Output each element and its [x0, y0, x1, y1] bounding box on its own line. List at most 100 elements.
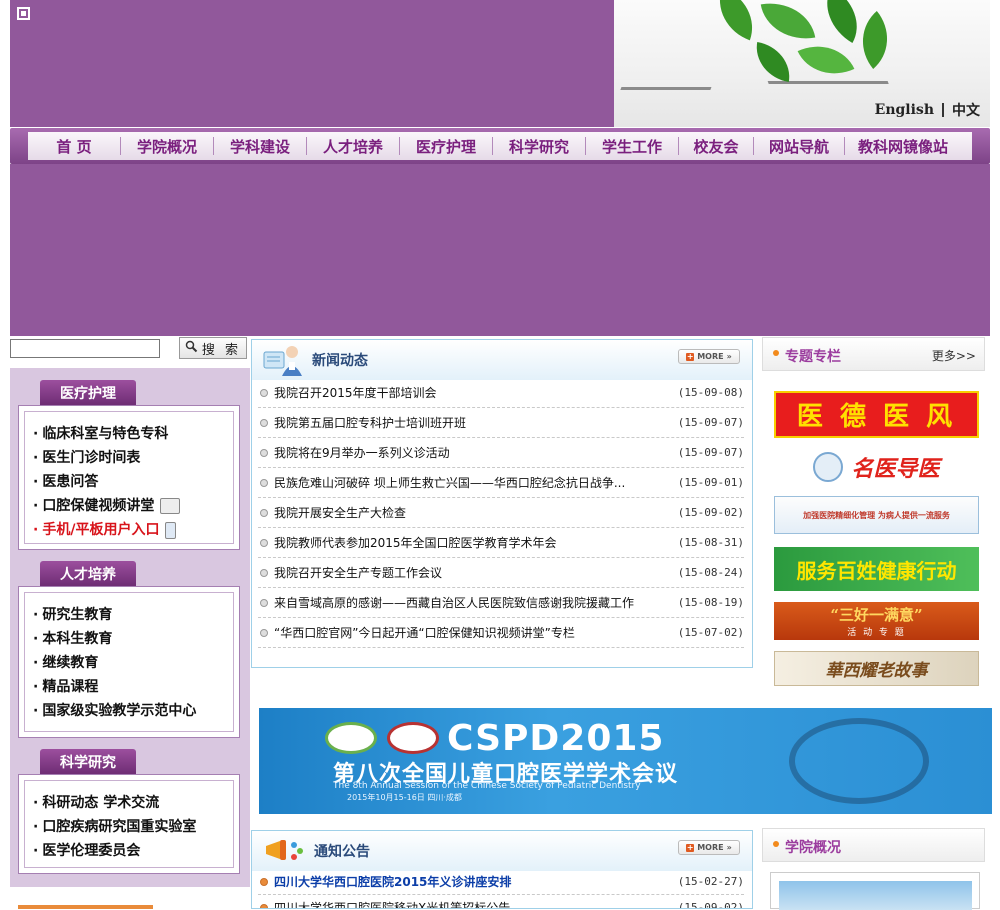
search-icon	[185, 340, 198, 357]
news-item[interactable]: “华西口腔官网”今日起开通“口腔保健知识视频讲堂”专栏 (15-07-02)	[258, 618, 744, 648]
ginkgo-leaf-icon	[708, 0, 764, 41]
window-restore-icon[interactable]	[17, 7, 30, 20]
nav-disciplines[interactable]: 学科建设	[214, 136, 306, 157]
promo-three-good[interactable]: “三好一满意” 活 动 专 题	[774, 602, 979, 640]
sidebar-item[interactable]: · 本科生教育	[33, 627, 196, 651]
topics-header: 专题专栏 更多>>	[762, 337, 985, 371]
news-item[interactable]: 我院将在9月举办一系列义诊活动 (15-09-07)	[258, 438, 744, 468]
sidebar-item[interactable]: · 精品课程	[33, 675, 196, 699]
sidebar-item[interactable]: · 国家级实验教学示范中心	[33, 699, 196, 723]
search-button-label: 搜 索	[201, 342, 242, 358]
sidebar-title-research: 科学研究	[40, 749, 136, 774]
society-logo-icon	[325, 722, 377, 754]
bullet-icon	[260, 628, 268, 637]
plus-icon: +	[686, 842, 695, 852]
header-art: English 中文	[614, 0, 990, 127]
search-input[interactable]	[10, 339, 160, 358]
promo-medical-ethics[interactable]: 医 德 医 风	[774, 391, 979, 438]
news-title: 新闻动态	[312, 353, 368, 369]
sidebar-box-education: · 研究生教育 · 本科生教育 · 继续教育 · 精品课程 · 国家级实验教学示范中心	[18, 586, 240, 738]
nav-medical[interactable]: 医疗护理	[400, 136, 492, 157]
sidebar-item[interactable]: · 医学伦理委员会	[33, 839, 196, 863]
news-person-icon	[262, 342, 306, 376]
news-item[interactable]: 我院召开安全生产专题工作会议 (15-08-24)	[258, 558, 744, 588]
notice-more-button[interactable]: + MORE»	[678, 840, 740, 855]
sidebar-item[interactable]: · 临床科室与特色专科	[33, 422, 180, 446]
double-chevron-icon: »	[726, 843, 732, 852]
sidebar-item[interactable]: · 医患问答	[33, 470, 180, 494]
bullet-icon	[260, 448, 268, 457]
bullet-icon	[260, 508, 268, 517]
notice-list: 四川大学华西口腔医院2015年义诊讲座安排 (15-02-27) 四川大学华西口腔…	[258, 869, 744, 908]
nav-home[interactable]: 首 页	[28, 136, 120, 157]
sidebar: 医疗护理 · 临床科室与特色专科 · 医生门诊时间表 · 医患问答 · 口腔保健视频讲堂…	[10, 368, 250, 887]
hospital-logo-icon	[387, 722, 439, 754]
double-chevron-icon: »	[726, 352, 732, 361]
news-item[interactable]: 我院召开2015年度干部培训会 (15-09-08)	[258, 378, 744, 408]
banner-headline: CSPD2015	[447, 718, 665, 759]
english-link[interactable]: English	[875, 102, 934, 118]
header-banner	[10, 0, 614, 127]
campus-photo[interactable]	[779, 881, 972, 910]
orange-dot-icon	[773, 350, 779, 356]
nav-about[interactable]: 学院概况	[121, 136, 213, 157]
sidebar-box-research: · 科研动态 学术交流 · 口腔疾病研究国重实验室 · 医学伦理委员会	[18, 774, 240, 874]
main-nav: 首 页 学院概况 学科建设 人才培养 医疗护理 科学研究 学生工作 校友会 网站…	[10, 128, 990, 164]
sidebar-item[interactable]: · 研究生教育	[33, 603, 196, 627]
notice-item[interactable]: 四川大学华西口腔医院2015年义诊讲座安排 (15-02-27)	[258, 869, 744, 895]
about-header: 学院概况	[762, 828, 985, 862]
bullet-icon	[260, 478, 268, 487]
cspd-banner[interactable]: CSPD2015 第八次全国儿童口腔医学学术会议 The 8th Annual …	[259, 708, 992, 814]
promo-health-action[interactable]: 服务百姓健康行动	[774, 547, 979, 591]
bullet-icon	[260, 538, 268, 547]
sidebar-title-medical: 医疗护理	[40, 380, 136, 405]
notice-panel: 通知公告 + MORE» 四川大学华西口腔医院2015年义诊讲座安排 (15-02-…	[251, 830, 753, 909]
sidebar-item[interactable]: · 口腔疾病研究国重实验室	[33, 815, 196, 839]
sidebar-box-medical: · 临床科室与特色专科 · 医生门诊时间表 · 医患问答 · 口腔保健视频讲堂 · 手机/…	[18, 405, 240, 550]
tooth-mascot-icon	[813, 452, 844, 482]
news-header: 新闻动态 + MORE»	[252, 340, 752, 380]
panda-graphic-icon	[789, 718, 929, 804]
sidebar-title-education: 人才培养	[40, 561, 136, 586]
sidebar-next-section	[18, 905, 153, 909]
video-icon	[160, 498, 181, 514]
news-item[interactable]: 来自雪域高原的感谢——西藏自治区人民医院致信感谢我院援藏工作 (15-08-19)	[258, 588, 744, 618]
notice-title: 通知公告	[314, 844, 370, 860]
notice-item[interactable]: 四川大学华西口腔医院移动X光机等招标公告 (15-09-02)	[258, 895, 744, 908]
nav-sitemap[interactable]: 网站导航	[754, 136, 844, 157]
sidebar-item[interactable]: · 医生门诊时间表	[33, 446, 180, 470]
sidebar-item[interactable]: · 继续教育	[33, 651, 196, 675]
sidebar-item[interactable]: · 科研动态 学术交流	[33, 791, 196, 815]
bullet-icon	[260, 903, 268, 908]
notice-header: 通知公告 + MORE»	[252, 831, 752, 871]
news-item[interactable]: 我院开展安全生产大检查 (15-09-02)	[258, 498, 744, 528]
bullet-icon	[260, 388, 268, 397]
banner-date: 2015年10月15-16日 四川·成都	[347, 793, 462, 802]
promo-history-stories[interactable]: 華西耀老故事	[774, 651, 979, 686]
promo-famous-doctors[interactable]: 名医导医	[774, 446, 979, 488]
megaphone-icon	[262, 835, 308, 865]
nav-education[interactable]: 人才培养	[307, 136, 399, 157]
news-more-button[interactable]: + MORE»	[678, 349, 740, 364]
chinese-link[interactable]: 中文	[952, 100, 980, 120]
orange-dot-icon	[773, 841, 779, 847]
hero-banner	[10, 164, 990, 336]
about-title: 学院概况	[785, 840, 841, 856]
bullet-icon	[260, 418, 268, 427]
news-item[interactable]: 民族危难山河破碎 坝上师生救亡兴国——华西口腔纪念抗日战争... (15-09-0…	[258, 468, 744, 498]
nav-mirror[interactable]: 教科网镜像站	[845, 136, 961, 157]
search-button[interactable]: 搜 索	[179, 337, 247, 359]
about-photo-frame	[770, 872, 980, 910]
news-list: 我院召开2015年度干部培训会 (15-09-08) 我院第五届口腔专科护士培训班…	[258, 378, 744, 648]
news-item[interactable]: 我院教师代表参加2015年全国口腔医学教育学术年会 (15-08-31)	[258, 528, 744, 558]
sidebar-item-mobile[interactable]: · 手机/平板用户入口	[33, 518, 180, 542]
promo-hospital-management[interactable]: 加强医院精细化管理 为病人提供一流服务	[774, 496, 979, 534]
banner-english: The 8th Annual Session of the Chinese So…	[333, 781, 641, 791]
nav-alumni[interactable]: 校友会	[679, 136, 753, 157]
topics-more-link[interactable]: 更多>>	[932, 347, 976, 364]
nav-students[interactable]: 学生工作	[586, 136, 678, 157]
news-item[interactable]: 我院第五届口腔专科护士培训班开班 (15-09-07)	[258, 408, 744, 438]
nav-research[interactable]: 科学研究	[493, 136, 585, 157]
bullet-icon	[260, 598, 268, 607]
sidebar-item[interactable]: · 口腔保健视频讲堂	[33, 494, 181, 518]
